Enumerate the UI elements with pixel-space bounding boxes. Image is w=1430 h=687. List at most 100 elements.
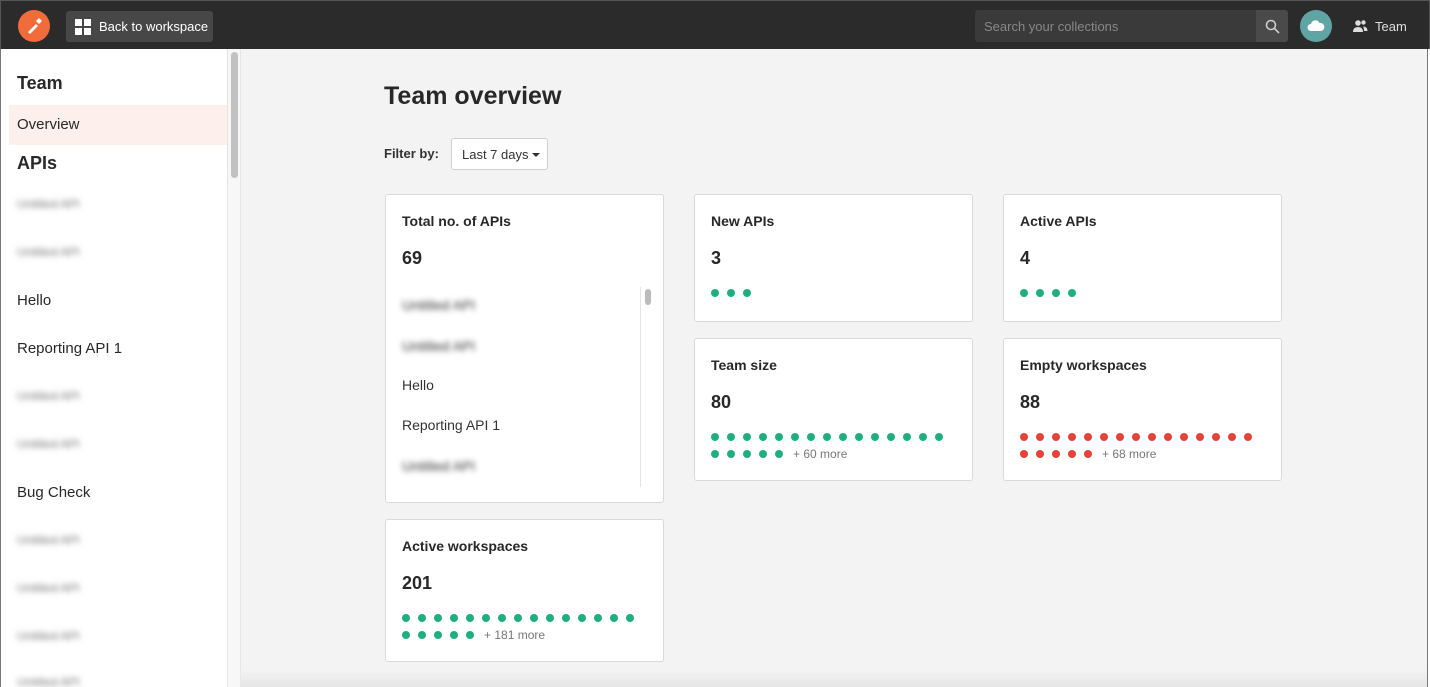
card-title: Team size: [711, 357, 777, 373]
card-value: 201: [402, 573, 433, 593]
sidebar-item-overview-label: Overview: [17, 116, 80, 133]
member-dot: [498, 614, 506, 622]
card-title: Active workspaces: [402, 538, 529, 554]
member-dot: [871, 433, 879, 441]
search-box: [975, 10, 1288, 42]
more-count-label: + 68 more: [1102, 447, 1157, 461]
filter-dropdown[interactable]: Last 7 days: [451, 138, 548, 170]
sidebar-item-api[interactable]: Untitled API: [17, 437, 80, 451]
member-dot: [482, 614, 490, 622]
sidebar-item-api[interactable]: Untitled API: [17, 629, 80, 643]
list-item[interactable]: Untitled API: [402, 297, 475, 313]
search-icon: [1265, 19, 1280, 34]
sidebar-heading-apis: APIs: [17, 153, 58, 173]
card-value: 69: [402, 248, 423, 268]
member-dot: [466, 614, 474, 622]
card-title: Active APIs: [1020, 213, 1097, 229]
card-new-apis: New APIs 3: [694, 194, 973, 322]
list-item[interactable]: Reporting API 1: [402, 417, 500, 433]
member-dot: [743, 289, 751, 297]
member-dot: [450, 631, 458, 639]
member-dot: [434, 614, 442, 622]
member-dot: [743, 433, 751, 441]
search-button[interactable]: [1256, 10, 1288, 42]
member-dot: [1036, 433, 1044, 441]
grid-icon: [75, 18, 91, 35]
sidebar-scrollbar[interactable]: [228, 49, 241, 687]
card-title: Total no. of APIs: [402, 213, 511, 229]
postman-logo-icon[interactable]: [18, 10, 50, 42]
dot-indicator: [1020, 289, 1270, 306]
sidebar-item-api[interactable]: Bug Check: [17, 484, 90, 501]
member-dot: [546, 614, 554, 622]
member-dot: [626, 614, 634, 622]
search-input[interactable]: [975, 10, 1256, 42]
member-dot: [1084, 450, 1092, 458]
member-dot: [743, 450, 751, 458]
top-bar: Back to workspace Team: [0, 0, 1430, 49]
sidebar-scrollbar-thumb[interactable]: [231, 52, 238, 178]
card-title: Empty workspaces: [1020, 357, 1147, 373]
member-dot: [775, 450, 783, 458]
card-value: 80: [711, 392, 732, 412]
member-dot: [530, 614, 538, 622]
member-dot: [1020, 450, 1028, 458]
dot-indicator: + 68 more: [1020, 433, 1270, 467]
dot-indicator: + 181 more: [402, 614, 652, 648]
list-item[interactable]: Untitled API: [402, 338, 475, 354]
card-value: 3: [711, 248, 722, 268]
member-dot: [466, 631, 474, 639]
bottom-shadow: [241, 670, 1430, 687]
list-item[interactable]: Untitled API: [402, 458, 475, 474]
member-dot: [1020, 289, 1028, 297]
sidebar-item-api[interactable]: Reporting API 1: [17, 340, 122, 357]
member-dot: [418, 631, 426, 639]
member-dot: [759, 450, 767, 458]
member-dot: [1164, 433, 1172, 441]
team-link[interactable]: Team: [1352, 15, 1407, 37]
sidebar-item-api[interactable]: Untitled API: [17, 245, 80, 259]
sidebar-item-api[interactable]: Untitled API: [17, 581, 80, 595]
member-dot: [823, 433, 831, 441]
sidebar-item-api[interactable]: Untitled API: [17, 675, 80, 687]
member-dot: [1132, 433, 1140, 441]
dot-indicator: + 60 more: [711, 433, 961, 467]
member-dot: [903, 433, 911, 441]
sidebar: Team Overview APIs Untitled API Untitled…: [0, 49, 228, 687]
member-dot: [1068, 433, 1076, 441]
card-value: 88: [1020, 392, 1041, 412]
more-count-label: + 60 more: [793, 447, 848, 461]
member-dot: [514, 614, 522, 622]
filter-value: Last 7 days: [462, 146, 529, 162]
member-dot: [711, 433, 719, 441]
member-dot: [1052, 433, 1060, 441]
member-dot: [610, 614, 618, 622]
caret-down-icon: [532, 153, 540, 157]
member-dot: [434, 631, 442, 639]
api-list-scrollbar[interactable]: [640, 287, 654, 487]
member-dot: [594, 614, 602, 622]
sidebar-item-api[interactable]: Untitled API: [17, 533, 80, 547]
back-to-workspace-button[interactable]: Back to workspace: [66, 11, 213, 42]
member-dot: [562, 614, 570, 622]
member-dot: [1180, 433, 1188, 441]
member-dot: [418, 614, 426, 622]
cloud-icon: [1307, 20, 1325, 31]
member-dot: [807, 433, 815, 441]
card-team-size: Team size 80 + 60 more: [694, 338, 973, 481]
list-item[interactable]: Hello: [402, 377, 434, 393]
sidebar-item-api[interactable]: Hello: [17, 292, 51, 309]
member-dot: [855, 433, 863, 441]
sidebar-item-api[interactable]: Untitled API: [17, 197, 80, 211]
member-dot: [1212, 433, 1220, 441]
member-dot: [839, 433, 847, 441]
member-dot: [402, 614, 410, 622]
sidebar-item-api[interactable]: Untitled API: [17, 389, 80, 403]
member-dot: [1068, 289, 1076, 297]
member-dot: [935, 433, 943, 441]
api-list-scrollbar-thumb[interactable]: [645, 289, 651, 305]
sync-cloud-button[interactable]: [1300, 10, 1332, 42]
card-title: New APIs: [711, 213, 775, 229]
member-dot: [402, 631, 410, 639]
card-empty-workspaces: Empty workspaces 88 + 68 more: [1003, 338, 1282, 481]
